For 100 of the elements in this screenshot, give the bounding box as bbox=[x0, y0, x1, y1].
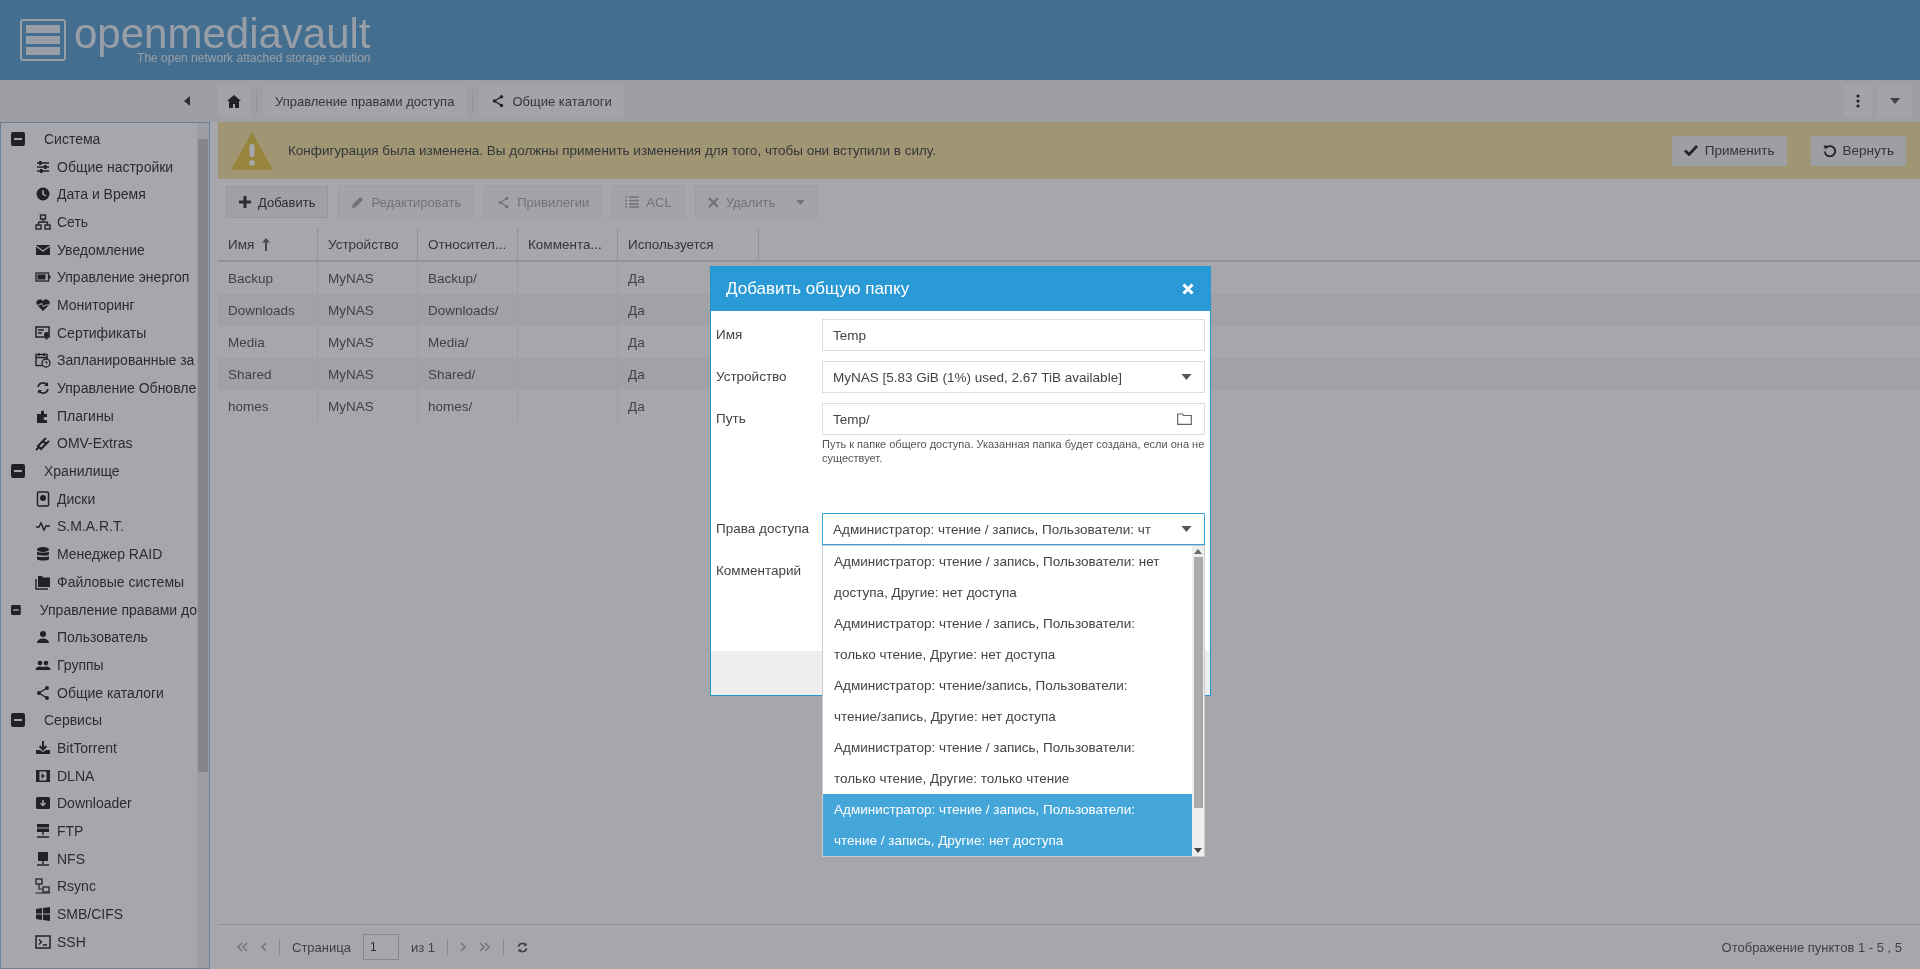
add-button[interactable]: Добавить bbox=[226, 186, 329, 218]
computers-icon bbox=[35, 878, 51, 895]
nav-item[interactable]: Менеджер RAID bbox=[1, 540, 197, 568]
home-button[interactable] bbox=[218, 85, 250, 117]
checkmark-icon bbox=[1683, 145, 1698, 156]
table-cell: MyNAS bbox=[318, 358, 418, 390]
plug-icon bbox=[35, 435, 51, 452]
film-icon bbox=[35, 767, 51, 784]
refresh-icon[interactable] bbox=[516, 940, 529, 954]
scroll-down-arrow-icon[interactable] bbox=[1194, 848, 1202, 853]
collapse-toggle-icon[interactable] bbox=[11, 464, 25, 479]
nav-item[interactable]: Дата и Время bbox=[1, 180, 197, 209]
list-icon bbox=[625, 196, 640, 208]
nav-item[interactable]: BitTorrent bbox=[1, 734, 197, 762]
dropdown-button[interactable] bbox=[1878, 85, 1912, 117]
select-field[interactable]: Администратор: чтение / запись, Пользователи: чт bbox=[822, 513, 1205, 545]
scroll-up-arrow-icon[interactable] bbox=[1194, 549, 1202, 554]
nav-item[interactable]: NFS bbox=[1, 844, 197, 873]
tree-group-item[interactable]: Хранилище bbox=[1, 457, 197, 485]
tree-group-item[interactable]: Система bbox=[1, 125, 197, 153]
home-icon bbox=[227, 94, 241, 108]
nav-item[interactable]: S.M.A.R.T. bbox=[1, 512, 197, 541]
collapse-toggle-icon[interactable] bbox=[11, 713, 25, 728]
select-field[interactable]: MyNAS [5.83 GiB (1%) used, 2.67 TiB available] bbox=[822, 361, 1205, 393]
apply-button[interactable]: Применить bbox=[1671, 135, 1787, 166]
caret-icon bbox=[1181, 526, 1192, 532]
nav-item[interactable]: SMB/CIFS bbox=[1, 900, 197, 928]
caret-icon bbox=[1890, 98, 1900, 104]
nav-item[interactable]: Запланированные за bbox=[1, 346, 197, 375]
share-icon bbox=[497, 195, 511, 209]
nav-item[interactable]: Общие каталоги bbox=[1, 678, 197, 707]
collapse-arrow-icon[interactable] bbox=[184, 96, 190, 106]
field-label: Комментарий bbox=[716, 562, 803, 580]
tree-group-item[interactable]: Сервисы bbox=[1, 706, 197, 735]
path-input-field[interactable]: Temp/ bbox=[822, 403, 1205, 435]
nav-item[interactable]: Уведомление bbox=[1, 235, 197, 264]
nav-item[interactable]: FTP bbox=[1, 817, 197, 845]
table-cell: Да bbox=[628, 366, 645, 382]
download-icon bbox=[35, 739, 51, 756]
table-cell: Да bbox=[628, 302, 645, 318]
column-header[interactable]: Используется bbox=[618, 228, 759, 260]
nav-item[interactable]: Сертификаты bbox=[1, 318, 197, 347]
nav-item[interactable]: SSH bbox=[1, 927, 197, 956]
nav-item[interactable]: Управление энергоп bbox=[1, 263, 197, 292]
collapse-toggle-icon[interactable] bbox=[11, 131, 25, 146]
scrollbar[interactable] bbox=[1192, 546, 1204, 856]
refresh-icon bbox=[35, 380, 51, 397]
dropdown-option[interactable]: Администратор: чтение / запись, Пользователи: только чтение, Другие: только чтение bbox=[823, 732, 1192, 794]
close-icon[interactable] bbox=[1182, 283, 1194, 295]
sliders-icon bbox=[35, 158, 51, 175]
page-count-label: из 1 bbox=[410, 939, 435, 955]
sort-arrow-icon bbox=[262, 237, 271, 251]
folder-icon[interactable] bbox=[1177, 413, 1192, 425]
collapse-toggle-icon[interactable] bbox=[11, 602, 21, 617]
breadcrumb-item[interactable]: Общие каталоги bbox=[479, 85, 624, 117]
nav-item[interactable]: OMV-Extras bbox=[1, 429, 197, 458]
column-header[interactable]: Устройство bbox=[318, 228, 418, 260]
server-rack-icon bbox=[20, 19, 66, 61]
name-input-field[interactable]: Temp bbox=[822, 319, 1205, 351]
nav-item[interactable]: Downloader bbox=[1, 789, 197, 818]
field-hint: Путь к папке общего доступа. Указанная папка будет создана, если она не существует. bbox=[822, 437, 1205, 465]
plus-icon bbox=[239, 196, 251, 208]
field-label: Права доступа bbox=[716, 520, 811, 538]
column-header[interactable]: Относител... bbox=[418, 228, 518, 260]
dropdown-option[interactable]: Администратор: чтение/запись, Пользователи: чтение/запись, Другие: нет доступа bbox=[823, 670, 1192, 732]
tree-group-item[interactable]: Управление правами до bbox=[1, 595, 197, 624]
certificate-icon bbox=[35, 324, 51, 341]
nav-item[interactable]: Группы bbox=[1, 651, 197, 679]
nav-item[interactable]: Пользователь bbox=[1, 623, 197, 652]
nav-item[interactable]: Плагины bbox=[1, 401, 197, 430]
column-header[interactable]: Коммента... bbox=[518, 228, 618, 260]
network-icon bbox=[35, 213, 51, 230]
nav-item[interactable]: Диски bbox=[1, 484, 197, 513]
nav-item[interactable]: Мониторинг bbox=[1, 291, 197, 319]
caret-icon bbox=[796, 199, 806, 205]
server-icon bbox=[35, 823, 51, 840]
table-cell: homes bbox=[218, 390, 318, 422]
field-label: Устройство bbox=[716, 368, 788, 386]
nav-item[interactable]: Файловые системы bbox=[1, 568, 197, 596]
scrollbar[interactable] bbox=[197, 123, 209, 968]
close-icon bbox=[707, 196, 719, 208]
nav-item[interactable]: Общие настройки bbox=[1, 152, 197, 181]
page-number-field[interactable]: 1 bbox=[362, 934, 399, 960]
page-label: Страница bbox=[292, 939, 351, 955]
pencil-icon bbox=[351, 195, 365, 209]
nav-item[interactable]: DLNA bbox=[1, 761, 197, 790]
table-cell: Да bbox=[628, 334, 645, 350]
revert-button[interactable]: Вернуть bbox=[1810, 135, 1906, 166]
warning-icon bbox=[230, 130, 274, 171]
windows-icon bbox=[35, 906, 51, 923]
field-label: Путь bbox=[716, 410, 747, 428]
dropdown-option[interactable]: Администратор: чтение / запись, Пользователи: нет доступа, Другие: нет доступа bbox=[823, 546, 1192, 608]
nav-item[interactable]: Управление Обновле bbox=[1, 374, 197, 402]
column-header[interactable]: Имя bbox=[218, 228, 318, 260]
dropdown-option[interactable]: Администратор: чтение / запись, Пользователи: только чтение, Другие: нет доступа bbox=[823, 608, 1192, 670]
clock-icon bbox=[35, 186, 51, 203]
nav-item[interactable]: Rsync bbox=[1, 872, 197, 901]
breadcrumb-item[interactable]: Управление правами доступа bbox=[263, 85, 467, 117]
nav-item[interactable]: Сеть bbox=[1, 208, 197, 236]
table-cell: MyNAS bbox=[318, 294, 418, 326]
